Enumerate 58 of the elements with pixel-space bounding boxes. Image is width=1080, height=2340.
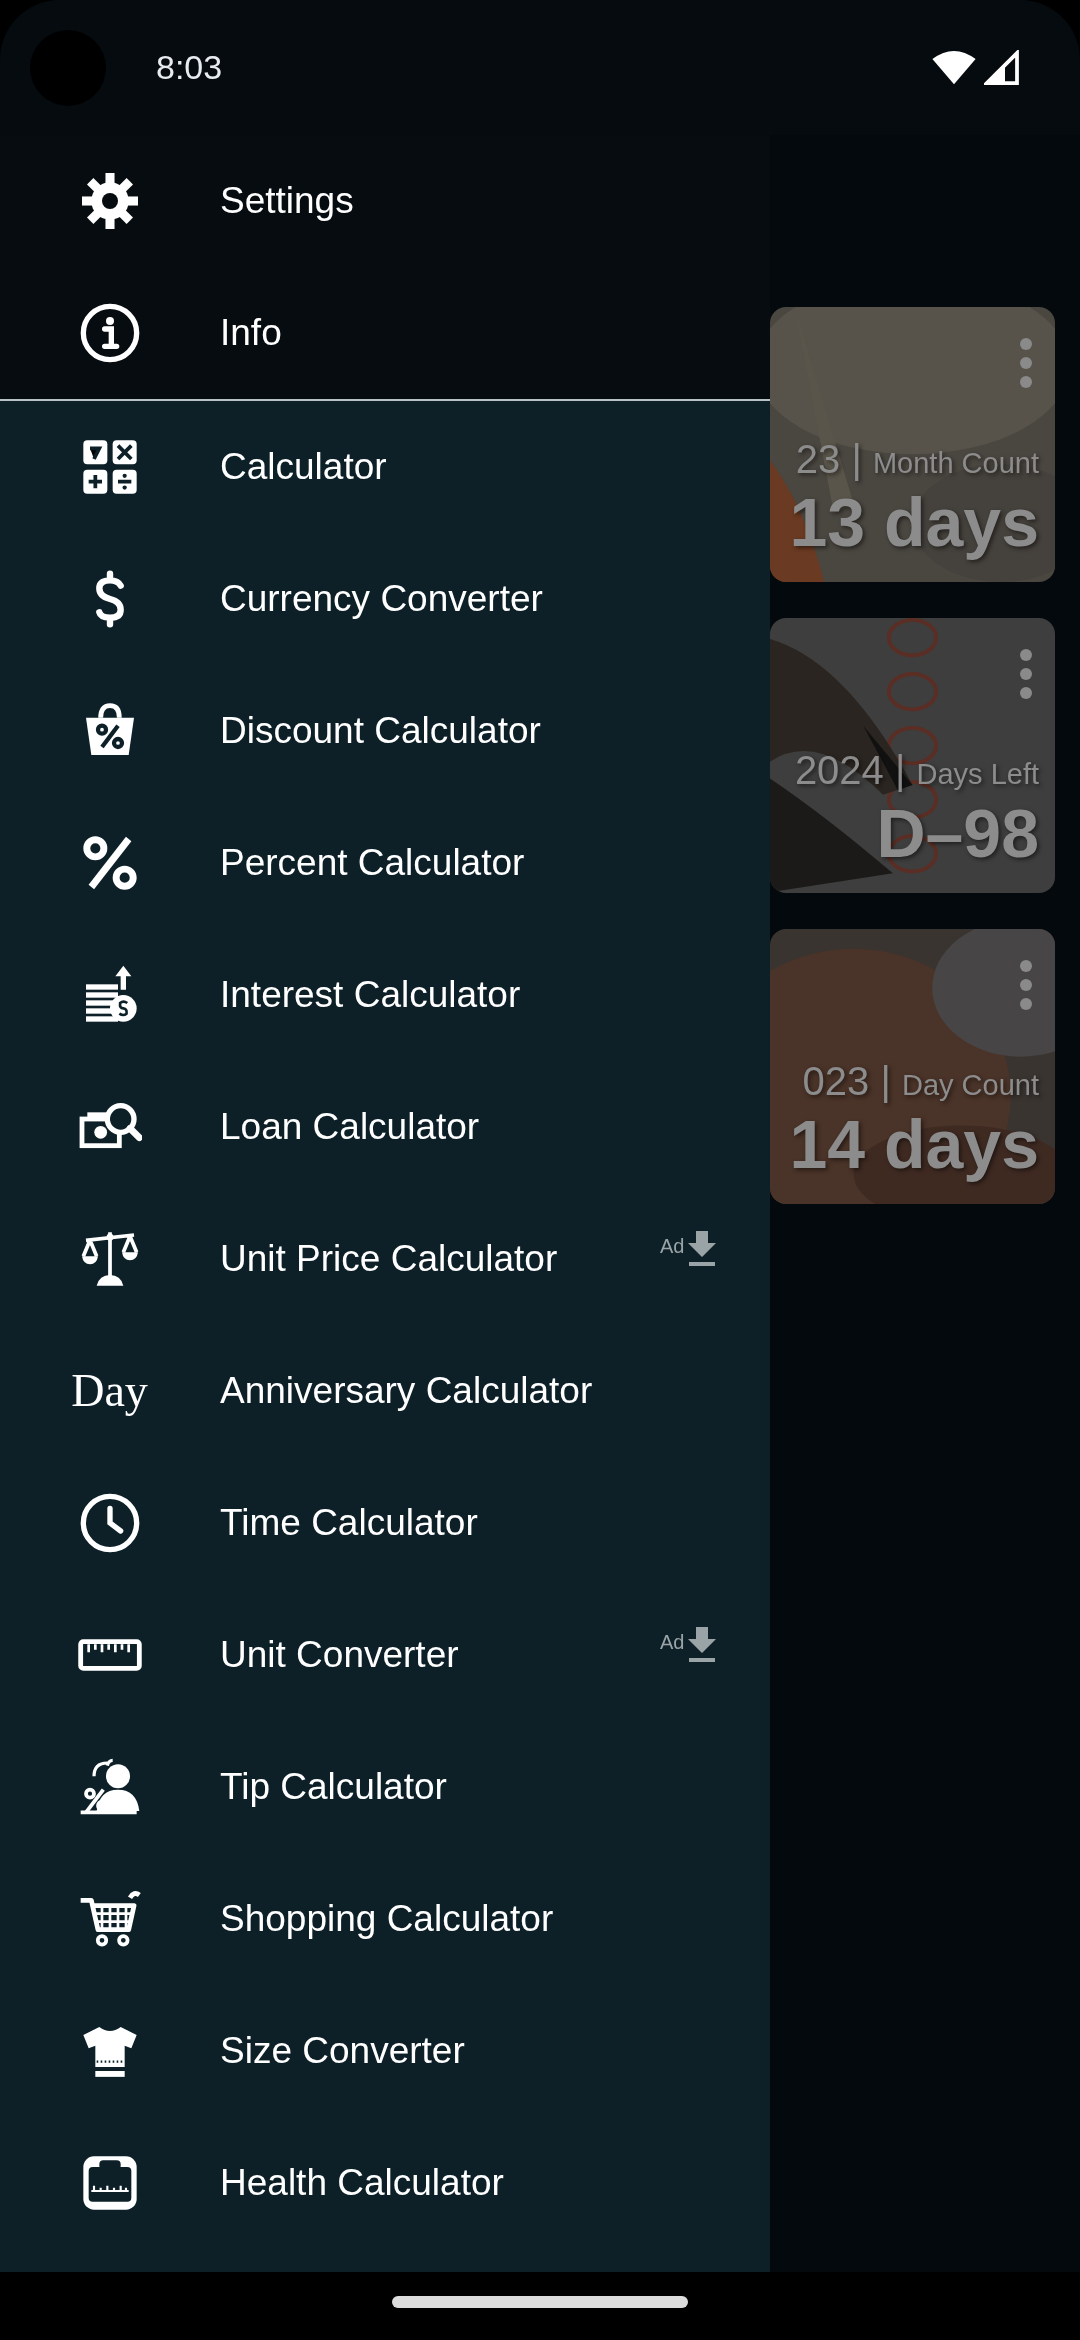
menu-label: Currency Converter [220,577,543,622]
card-value: 14 days [789,1105,1039,1185]
drawer-menu-item[interactable]: Time Calculator [0,1457,770,1589]
ad-label: Ad [660,1630,685,1655]
menu-label: Discount Calculator [220,709,541,754]
home-handle[interactable] [392,2296,688,2308]
card-date: 23 [795,437,841,482]
drawer-menu-item[interactable]: Loan Calculator [0,1061,770,1193]
drawer-menu-item[interactable]: Settings [0,135,770,267]
drawer-menu-item[interactable]: Health Calculator [0,2117,770,2249]
menu-label: Health Calculator [220,2161,504,2206]
drawer-menu-item[interactable]: Unit Price Calculator Ad [0,1193,770,1325]
drawer-menu-item[interactable]: Day Anniversary Calculator [0,1325,770,1457]
card-separator: | [895,748,906,793]
menu-label: Interest Calculator [220,973,521,1018]
menu-label: Tip Calculator [220,1765,447,1810]
download-icon[interactable] [686,1231,719,1267]
menu-label: Settings [220,179,354,224]
drawer-menu-item[interactable]: Calculator [0,401,770,533]
more-options-icon[interactable] [1019,648,1033,700]
card-separator: | [851,437,862,482]
signal-icon [984,49,1020,86]
download-icon[interactable] [686,1627,719,1663]
menu-label: Percent Calculator [220,841,525,886]
drawer-menu-item[interactable]: Unit Converter Ad [0,1589,770,1721]
drawer-menu-item[interactable]: Shopping Calculator [0,1853,770,1985]
menu-label: Size Converter [220,2029,465,2074]
event-card[interactable]: 023 | Day Count 14 days [770,929,1055,1204]
drawer-menu-item[interactable]: Info [0,267,770,399]
card-label: Day Count [902,1069,1039,1102]
menu-label: Info [220,311,282,356]
card-separator: | [880,1059,891,1104]
card-date: 2024 [794,748,884,793]
card-label: Month Count [872,447,1039,480]
card-value: 13 days [789,483,1039,563]
drawer-menu-item[interactable]: Currency Converter [0,533,770,665]
card-date: 023 [802,1059,870,1104]
ad-label: Ad [660,1234,685,1259]
more-options-icon[interactable] [1019,337,1033,389]
more-options-icon[interactable] [1019,959,1033,1011]
menu-label: Unit Converter [220,1633,459,1678]
drawer-menu-item[interactable]: Size Converter [0,1985,770,2117]
menu-label: Calculator [220,445,387,490]
card-value: D–98 [875,794,1039,874]
menu-label: Unit Price Calculator [220,1237,558,1282]
wifi-icon [932,49,976,86]
card-label: Days Left [916,758,1039,791]
drawer-menu-item[interactable]: Percent Calculator [0,797,770,929]
day-icon: Day [71,1368,148,1414]
menu-label: Time Calculator [220,1501,478,1546]
drawer-menu-item[interactable]: Discount Calculator [0,665,770,797]
menu-label: Loan Calculator [220,1105,480,1150]
menu-label: Anniversary Calculator [220,1369,593,1414]
status-time: 8:03 [156,47,223,88]
menu-label: Shopping Calculator [220,1897,554,1942]
drawer-menu-item[interactable]: Tip Calculator [0,1721,770,1853]
drawer-menu-item[interactable]: Interest Calculator [0,929,770,1061]
event-card[interactable]: 2024 | Days Left D–98 [770,618,1055,893]
